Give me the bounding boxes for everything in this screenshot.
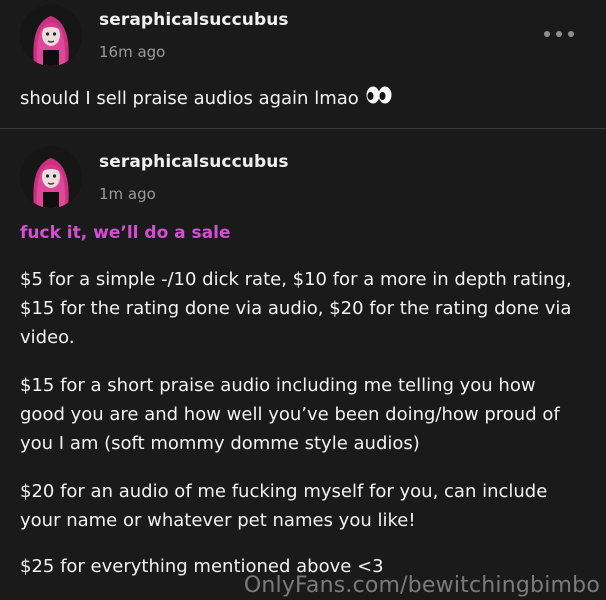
post-body: should I sell praise audios again lmao (20, 88, 359, 109)
avatar-image (20, 4, 82, 66)
post-text: should I sell praise audios again lmao (20, 84, 586, 114)
more-options-button[interactable] (542, 22, 576, 46)
post-reblog: seraphicalsuccubus 1m ago fuck it, we’ll… (0, 128, 606, 600)
eyes-emoji-icon (365, 85, 393, 114)
more-horizontal-icon (544, 31, 574, 37)
avatar[interactable] (20, 146, 82, 208)
paragraph-praise-audio: $15 for a short praise audio including m… (20, 375, 560, 454)
timestamp: 1m ago (99, 185, 156, 203)
username[interactable]: seraphicalsuccubus (99, 152, 289, 172)
watermark: OnlyFans.com/bewitchingbimbo (243, 573, 600, 598)
post-original: seraphicalsuccubus 16m ago should I sell… (0, 0, 606, 128)
timestamp: 16m ago (99, 43, 166, 61)
paragraph-custom-audio: $20 for an audio of me fucking myself fo… (20, 481, 548, 531)
avatar[interactable] (20, 4, 82, 66)
username[interactable]: seraphicalsuccubus (99, 10, 289, 30)
highlight-text: fuck it, we’ll do a sale (20, 223, 231, 243)
avatar-image (20, 146, 82, 208)
paragraph-prices-rating: $5 for a simple -/10 dick rate, $10 for … (20, 269, 572, 348)
